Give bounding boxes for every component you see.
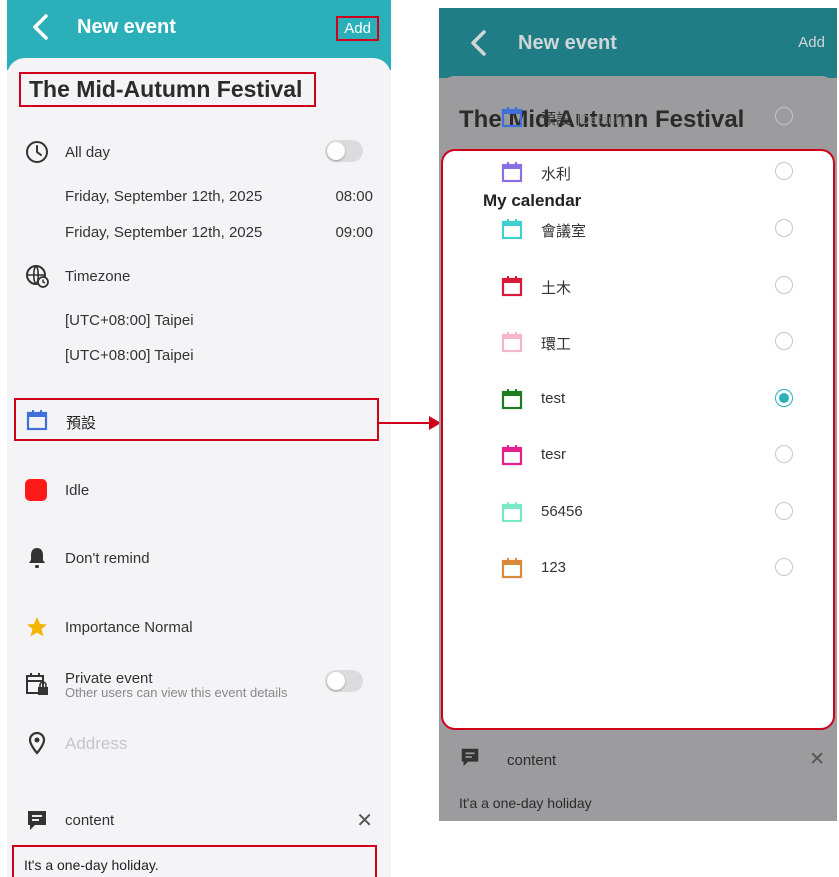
radio-selected[interactable] <box>775 389 793 407</box>
add-button[interactable]: Add <box>798 34 825 51</box>
bell-icon <box>29 548 45 568</box>
private-event-toggle[interactable] <box>325 670 363 692</box>
content-text-field[interactable]: It's a one-day holiday. <box>12 845 377 877</box>
location-pin-icon <box>28 731 46 755</box>
all-day-label: All day <box>65 144 111 161</box>
calendar-icon <box>26 410 48 431</box>
calendar-name: 預設 <box>541 111 572 128</box>
importance-label: Importance Normal <box>65 619 193 636</box>
calendar-option-label: 預設 [Default] <box>541 108 625 129</box>
clear-content-icon[interactable]: ✕ <box>809 748 825 771</box>
radio-unselected[interactable] <box>775 558 793 576</box>
globe-clock-icon <box>26 265 49 288</box>
calendar-icon <box>501 219 523 240</box>
calendar-name: 土木 <box>541 280 572 297</box>
calendar-option-label: 123 <box>541 559 566 576</box>
content-text: It'a a one-day holiday <box>459 795 592 811</box>
calendar-name: tesr <box>541 446 567 463</box>
calendar-icon <box>501 332 523 353</box>
calendar-option-label: 56456 <box>541 503 583 520</box>
all-day-toggle[interactable] <box>325 140 363 162</box>
page-title: New event <box>77 16 176 38</box>
calendar-icon <box>501 162 523 183</box>
star-icon <box>27 617 47 637</box>
clock-icon <box>26 141 48 163</box>
calendar-selector[interactable]: 預設 <box>14 398 379 441</box>
timezone-end[interactable]: [UTC+08:00] Taipei <box>65 347 194 364</box>
address-input[interactable]: Address <box>65 734 127 754</box>
calendar-option-label: 土木 <box>541 277 571 298</box>
calendar-option[interactable]: 環工 <box>501 329 793 359</box>
status-color-swatch <box>25 479 47 501</box>
content-label: content <box>65 812 115 829</box>
calendar-option[interactable]: tesr <box>501 442 793 472</box>
radio-unselected[interactable] <box>775 332 793 350</box>
calendar-option[interactable]: 123 <box>501 555 793 585</box>
calendar-option[interactable]: 水利 <box>501 159 793 189</box>
radio-unselected[interactable] <box>775 107 793 125</box>
content-text: It's a one-day holiday. <box>24 857 159 873</box>
add-button[interactable]: Add <box>336 16 379 41</box>
calendar-name: 會議室 <box>541 223 587 240</box>
calendar-name: test <box>541 390 566 407</box>
calendar-option-label: 水利 <box>541 163 571 184</box>
new-event-form: New event Add The Mid-Autumn Festival Al… <box>7 0 391 877</box>
calendar-option-label: 會議室 <box>541 220 586 241</box>
timezone-start[interactable]: [UTC+08:00] Taipei <box>65 312 194 329</box>
default-tag: [Default] <box>577 112 626 127</box>
start-time[interactable]: 08:00 <box>335 188 373 205</box>
calendar-option-label: tesr <box>541 446 566 463</box>
back-arrow-icon[interactable] <box>27 12 57 42</box>
calendar-option[interactable]: 預設 [Default] <box>501 104 793 134</box>
form-sheet <box>7 58 391 877</box>
radio-unselected[interactable] <box>775 276 793 294</box>
calendar-icon <box>501 558 523 579</box>
event-title-field[interactable]: The Mid-Autumn Festival <box>19 72 317 107</box>
start-date[interactable]: Friday, September 12th, 2025 <box>65 188 262 205</box>
calendar-icon <box>501 107 523 128</box>
radio-unselected[interactable] <box>775 219 793 237</box>
calendar-name: 123 <box>541 559 567 576</box>
end-date[interactable]: Friday, September 12th, 2025 <box>65 224 262 241</box>
content-row <box>459 746 481 773</box>
calendar-name: 環工 <box>541 336 572 353</box>
end-time[interactable]: 09:00 <box>335 224 373 241</box>
calendar-name: 水利 <box>541 166 572 183</box>
calendar-option-label: 環工 <box>541 333 571 354</box>
calendar-icon <box>501 276 523 297</box>
dialog-heading: My calendar <box>483 191 582 210</box>
calendar-picker-dialog: My calendar 預設 [Default] 水利會議室土木環工 test tesr… <box>441 107 835 730</box>
calendar-icon <box>501 389 523 410</box>
calendar-icon <box>501 502 523 523</box>
calendar-name: 56456 <box>541 503 583 520</box>
page-title: New event <box>518 32 617 54</box>
radio-unselected[interactable] <box>775 162 793 180</box>
calendar-picker-screen: New event Add The Mid-Autumn Festival My… <box>439 8 837 821</box>
header-bar-dimmed: New event Add <box>439 8 837 78</box>
content-label: content <box>507 752 557 769</box>
status-label: Idle <box>65 482 90 499</box>
timezone-label: Timezone <box>65 268 131 285</box>
radio-unselected[interactable] <box>775 445 793 463</box>
reminder-label: Don't remind <box>65 550 150 567</box>
back-arrow-icon[interactable] <box>465 28 495 58</box>
calendar-option[interactable]: test <box>501 386 793 416</box>
calendar-option[interactable]: 土木 <box>501 273 793 303</box>
private-event-desc: Other users can view this event details <box>65 685 288 700</box>
calendar-option[interactable]: 會議室 <box>501 216 793 246</box>
calendar-option[interactable]: 56456 <box>501 499 793 529</box>
calendar-lock-icon <box>26 673 48 695</box>
note-icon <box>461 748 479 767</box>
radio-unselected[interactable] <box>775 502 793 520</box>
calendar-label: 預設 <box>66 415 97 432</box>
calendar-icon <box>501 445 523 466</box>
note-icon <box>28 811 46 830</box>
calendar-option-label: test <box>541 390 565 407</box>
clear-content-icon[interactable]: ✕ <box>356 808 373 833</box>
